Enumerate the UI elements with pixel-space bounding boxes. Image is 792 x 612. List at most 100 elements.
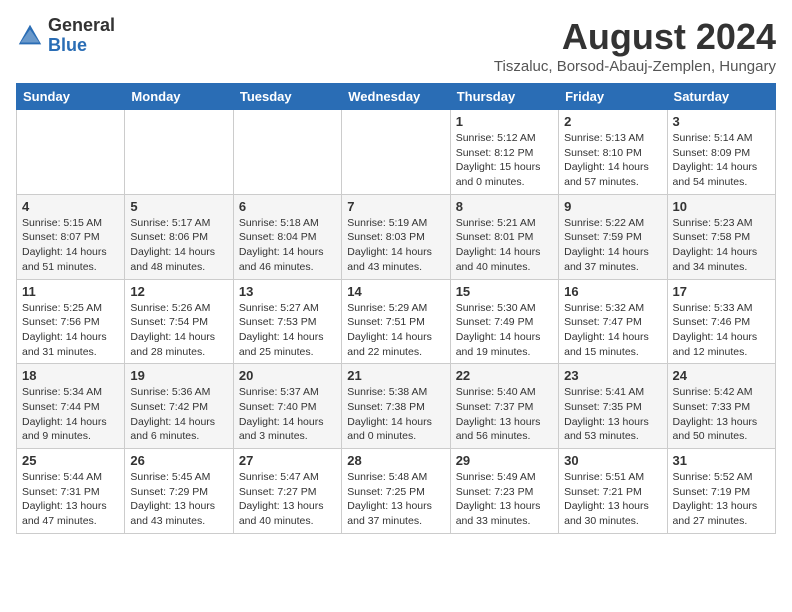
day-detail: Sunrise: 5:34 AM Sunset: 7:44 PM Dayligh… xyxy=(22,385,119,444)
page-header: General Blue August 2024 Tiszaluc, Borso… xyxy=(16,16,776,75)
day-detail: Sunrise: 5:15 AM Sunset: 8:07 PM Dayligh… xyxy=(22,216,119,275)
calendar-cell: 16 Sunrise: 5:32 AM Sunset: 7:47 PM Dayli… xyxy=(559,279,667,364)
weekday-header-tuesday: Tuesday xyxy=(233,84,341,110)
day-detail: Sunrise: 5:29 AM Sunset: 7:51 PM Dayligh… xyxy=(347,301,444,360)
day-detail: Sunrise: 5:13 AM Sunset: 8:10 PM Dayligh… xyxy=(564,131,661,190)
day-number: 25 xyxy=(22,453,119,468)
calendar-table: SundayMondayTuesdayWednesdayThursdayFrid… xyxy=(16,83,776,534)
calendar-cell: 27Sunrise: 5:47 AM Sunset: 7:27 PM Dayli… xyxy=(233,449,341,534)
day-number: 29 xyxy=(456,453,553,468)
calendar-cell: 28 Sunrise: 5:48 AM Sunset: 7:25 PM Dayli… xyxy=(342,449,450,534)
calendar-cell: 4Sunrise: 5:15 AM Sunset: 8:07 PM Daylig… xyxy=(17,194,125,279)
calendar-cell: 18 Sunrise: 5:34 AM Sunset: 7:44 PM Dayli… xyxy=(17,364,125,449)
day-detail: Sunrise: 5:33 AM Sunset: 7:46 PM Dayligh… xyxy=(673,301,770,360)
day-detail: Sunrise: 5:32 AM Sunset: 7:47 PM Dayligh… xyxy=(564,301,661,360)
weekday-header-row: SundayMondayTuesdayWednesdayThursdayFrid… xyxy=(17,84,776,110)
day-number: 22 xyxy=(456,368,553,383)
calendar-cell xyxy=(125,110,233,195)
day-number: 23 xyxy=(564,368,661,383)
day-number: 11 xyxy=(22,284,119,299)
day-detail: Sunrise: 5:27 AM Sunset: 7:53 PM Dayligh… xyxy=(239,301,336,360)
day-detail: Sunrise: 5:51 AM Sunset: 7:21 PM Dayligh… xyxy=(564,470,661,529)
weekday-header-thursday: Thursday xyxy=(450,84,558,110)
calendar-cell: 9 Sunrise: 5:22 AM Sunset: 7:59 PM Daylig… xyxy=(559,194,667,279)
calendar-cell: 12Sunrise: 5:26 AM Sunset: 7:54 PM Dayli… xyxy=(125,279,233,364)
day-detail: Sunrise: 5:38 AM Sunset: 7:38 PM Dayligh… xyxy=(347,385,444,444)
day-detail: Sunrise: 5:41 AM Sunset: 7:35 PM Dayligh… xyxy=(564,385,661,444)
day-detail: Sunrise: 5:52 AM Sunset: 7:19 PM Dayligh… xyxy=(673,470,770,529)
day-number: 14 xyxy=(347,284,444,299)
day-detail: Sunrise: 5:23 AM Sunset: 7:58 PM Dayligh… xyxy=(673,216,770,275)
calendar-cell: 21 Sunrise: 5:38 AM Sunset: 7:38 PM Dayli… xyxy=(342,364,450,449)
day-number: 10 xyxy=(673,199,770,214)
calendar-cell: 13 Sunrise: 5:27 AM Sunset: 7:53 PM Dayli… xyxy=(233,279,341,364)
calendar-cell: 29 Sunrise: 5:49 AM Sunset: 7:23 PM Dayli… xyxy=(450,449,558,534)
day-number: 3 xyxy=(673,114,770,129)
day-number: 1 xyxy=(456,114,553,129)
day-number: 18 xyxy=(22,368,119,383)
day-number: 9 xyxy=(564,199,661,214)
day-number: 31 xyxy=(673,453,770,468)
day-detail: Sunrise: 5:40 AM Sunset: 7:37 PM Dayligh… xyxy=(456,385,553,444)
day-detail: Sunrise: 5:17 AM Sunset: 8:06 PM Dayligh… xyxy=(130,216,227,275)
calendar-cell: 19 Sunrise: 5:36 AM Sunset: 7:42 PM Dayli… xyxy=(125,364,233,449)
day-number: 27 xyxy=(239,453,336,468)
day-number: 16 xyxy=(564,284,661,299)
calendar-week-2: 4Sunrise: 5:15 AM Sunset: 8:07 PM Daylig… xyxy=(17,194,776,279)
calendar-cell: 24 Sunrise: 5:42 AM Sunset: 7:33 PM Dayli… xyxy=(667,364,775,449)
month-year: August 2024 xyxy=(494,16,776,58)
calendar-cell: 22 Sunrise: 5:40 AM Sunset: 7:37 PM Dayli… xyxy=(450,364,558,449)
calendar-cell: 23 Sunrise: 5:41 AM Sunset: 7:35 PM Dayli… xyxy=(559,364,667,449)
calendar-cell: 10 Sunrise: 5:23 AM Sunset: 7:58 PM Dayli… xyxy=(667,194,775,279)
day-detail: Sunrise: 5:48 AM Sunset: 7:25 PM Dayligh… xyxy=(347,470,444,529)
day-number: 7 xyxy=(347,199,444,214)
weekday-header-monday: Monday xyxy=(125,84,233,110)
calendar-cell: 15Sunrise: 5:30 AM Sunset: 7:49 PM Dayli… xyxy=(450,279,558,364)
calendar-cell xyxy=(17,110,125,195)
day-detail: Sunrise: 5:22 AM Sunset: 7:59 PM Dayligh… xyxy=(564,216,661,275)
weekday-header-saturday: Saturday xyxy=(667,84,775,110)
day-number: 20 xyxy=(239,368,336,383)
day-detail: Sunrise: 5:45 AM Sunset: 7:29 PM Dayligh… xyxy=(130,470,227,529)
calendar-week-4: 18 Sunrise: 5:34 AM Sunset: 7:44 PM Dayli… xyxy=(17,364,776,449)
location: Tiszaluc, Borsod-Abauj-Zemplen, Hungary xyxy=(494,58,776,75)
day-number: 8 xyxy=(456,199,553,214)
day-detail: Sunrise: 5:19 AM Sunset: 8:03 PM Dayligh… xyxy=(347,216,444,275)
day-detail: Sunrise: 5:25 AM Sunset: 7:56 PM Dayligh… xyxy=(22,301,119,360)
day-number: 24 xyxy=(673,368,770,383)
day-number: 5 xyxy=(130,199,227,214)
logo: General Blue xyxy=(16,16,115,56)
calendar-cell: 8Sunrise: 5:21 AM Sunset: 8:01 PM Daylig… xyxy=(450,194,558,279)
calendar-cell: 26 Sunrise: 5:45 AM Sunset: 7:29 PM Dayli… xyxy=(125,449,233,534)
calendar-cell: 17 Sunrise: 5:33 AM Sunset: 7:46 PM Dayli… xyxy=(667,279,775,364)
day-detail: Sunrise: 5:18 AM Sunset: 8:04 PM Dayligh… xyxy=(239,216,336,275)
day-detail: Sunrise: 5:42 AM Sunset: 7:33 PM Dayligh… xyxy=(673,385,770,444)
day-detail: Sunrise: 5:44 AM Sunset: 7:31 PM Dayligh… xyxy=(22,470,119,529)
calendar-cell xyxy=(342,110,450,195)
day-detail: Sunrise: 5:49 AM Sunset: 7:23 PM Dayligh… xyxy=(456,470,553,529)
day-number: 26 xyxy=(130,453,227,468)
day-number: 12 xyxy=(130,284,227,299)
calendar-cell: 14 Sunrise: 5:29 AM Sunset: 7:51 PM Dayli… xyxy=(342,279,450,364)
calendar-cell: 1Sunrise: 5:12 AM Sunset: 8:12 PM Daylig… xyxy=(450,110,558,195)
calendar-cell: 20Sunrise: 5:37 AM Sunset: 7:40 PM Dayli… xyxy=(233,364,341,449)
day-number: 28 xyxy=(347,453,444,468)
calendar-cell: 3 Sunrise: 5:14 AM Sunset: 8:09 PM Daylig… xyxy=(667,110,775,195)
logo-general: General xyxy=(48,16,115,36)
day-detail: Sunrise: 5:14 AM Sunset: 8:09 PM Dayligh… xyxy=(673,131,770,190)
calendar-cell: 11 Sunrise: 5:25 AM Sunset: 7:56 PM Dayli… xyxy=(17,279,125,364)
day-number: 17 xyxy=(673,284,770,299)
day-number: 19 xyxy=(130,368,227,383)
day-number: 6 xyxy=(239,199,336,214)
calendar-cell: 7 Sunrise: 5:19 AM Sunset: 8:03 PM Daylig… xyxy=(342,194,450,279)
calendar-cell: 6 Sunrise: 5:18 AM Sunset: 8:04 PM Daylig… xyxy=(233,194,341,279)
calendar-cell: 31 Sunrise: 5:52 AM Sunset: 7:19 PM Dayli… xyxy=(667,449,775,534)
weekday-header-friday: Friday xyxy=(559,84,667,110)
calendar-week-1: 1Sunrise: 5:12 AM Sunset: 8:12 PM Daylig… xyxy=(17,110,776,195)
logo-blue: Blue xyxy=(48,36,115,56)
day-number: 21 xyxy=(347,368,444,383)
day-number: 13 xyxy=(239,284,336,299)
weekday-header-wednesday: Wednesday xyxy=(342,84,450,110)
day-detail: Sunrise: 5:36 AM Sunset: 7:42 PM Dayligh… xyxy=(130,385,227,444)
day-number: 15 xyxy=(456,284,553,299)
